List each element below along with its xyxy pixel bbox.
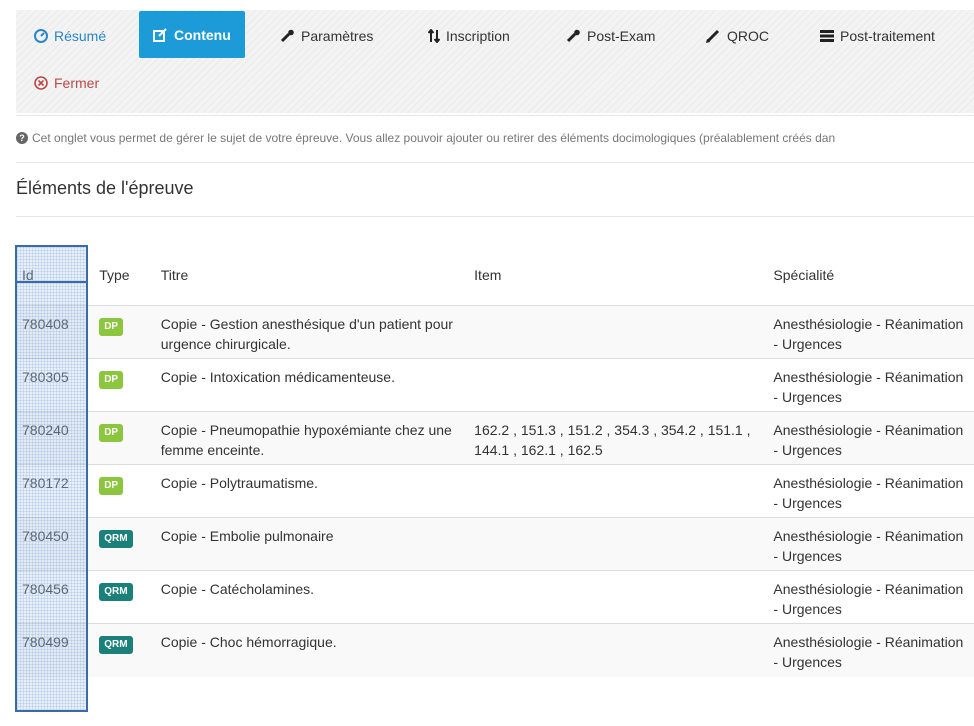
table-row[interactable]: 780456 QRM Copie - Catécholamines. Anesthés… bbox=[16, 570, 974, 624]
wrench-icon bbox=[566, 29, 581, 43]
cell-specialty: Anesthésiologie - Réanimation - Urgences bbox=[773, 422, 964, 458]
tab-label: Paramètres bbox=[301, 27, 374, 44]
tab-inscription[interactable]: Inscription bbox=[414, 12, 524, 59]
question-circle-icon: ? bbox=[16, 132, 28, 144]
cell-type: DP bbox=[95, 412, 149, 465]
type-badge: QRM bbox=[99, 636, 133, 654]
tab-resume[interactable]: Résumé bbox=[20, 12, 120, 59]
type-badge: DP bbox=[99, 424, 124, 442]
cell-id: 780240 bbox=[22, 422, 69, 438]
cell-type: DP bbox=[95, 465, 149, 518]
table-row[interactable]: 780240 DP Copie - Pneumopathie hypoxémiant… bbox=[16, 411, 974, 465]
cell-id: 780499 bbox=[22, 634, 69, 650]
cell-item bbox=[460, 306, 759, 359]
tab-post-exam[interactable]: Post-Exam bbox=[552, 12, 669, 59]
column-header-specialty[interactable]: Spécialité bbox=[759, 245, 974, 306]
tab-label: Contenu bbox=[174, 26, 231, 43]
tab-bar: Résumé Contenu Paramètres Inscription Po… bbox=[16, 10, 974, 113]
cell-item: 162.2 , 151.3 , 151.2 , 354.3 , 354.2 , … bbox=[474, 422, 751, 458]
cell-title[interactable]: Copie - Intoxication médicamenteuse. bbox=[149, 359, 460, 412]
cell-specialty: Anesthésiologie - Réanimation - Urgences bbox=[773, 634, 964, 670]
dashboard-icon bbox=[34, 28, 48, 43]
table-row[interactable]: 780450 QRM Copie - Embolie pulmonaire Anest… bbox=[16, 517, 974, 571]
tab-qroc[interactable]: QROC bbox=[692, 12, 783, 59]
cell-id: 780408 bbox=[22, 316, 69, 332]
cell-specialty: Anesthésiologie - Réanimation - Urgences bbox=[773, 528, 964, 564]
type-badge: DP bbox=[99, 477, 124, 495]
pencil-icon bbox=[706, 29, 721, 43]
cell-item bbox=[460, 624, 759, 677]
table-row[interactable]: 780408 DP Copie - Gestion anesthésique d'u… bbox=[16, 305, 974, 359]
cell-title[interactable]: Copie - Choc hémorragique. bbox=[149, 624, 460, 677]
edit-icon bbox=[153, 27, 168, 42]
column-header-item[interactable]: Item bbox=[460, 245, 759, 306]
table-row[interactable]: 780499 QRM Copie - Choc hémorragique. Anest… bbox=[16, 623, 974, 677]
divider bbox=[16, 162, 974, 163]
cell-item bbox=[460, 571, 759, 624]
tab-label: Post-Exam bbox=[587, 27, 656, 44]
cell-id: 780305 bbox=[22, 369, 69, 385]
cell-item bbox=[460, 518, 759, 571]
cell-specialty: Anesthésiologie - Réanimation - Urgences bbox=[773, 316, 964, 352]
tab-post-traitement[interactable]: Post-traitement bbox=[806, 12, 949, 59]
tab-label: Post-traitement bbox=[840, 27, 935, 44]
type-badge: QRM bbox=[99, 583, 133, 601]
table-row[interactable]: 780305 DP Copie - Intoxication médicamente… bbox=[16, 358, 974, 412]
cell-title[interactable]: Copie - Pneumopathie hypoxémiante chez u… bbox=[149, 412, 460, 465]
column-header-title[interactable]: Titre bbox=[149, 245, 460, 306]
cell-id: 780450 bbox=[22, 528, 69, 544]
column-header-type[interactable]: Type bbox=[95, 245, 149, 306]
cell-type: QRM bbox=[95, 571, 149, 624]
table-body: 780408 DP Copie - Gestion anesthésique d'u… bbox=[16, 305, 974, 677]
cell-title[interactable]: Copie - Polytraumatisme. bbox=[149, 465, 460, 518]
elements-table: Id Type Titre Item Spécialité 780408 DP Co… bbox=[16, 245, 974, 677]
table-header-row: Id Type Titre Item Spécialité bbox=[16, 245, 974, 306]
cell-specialty: Anesthésiologie - Réanimation - Urgences bbox=[773, 581, 964, 617]
tab-contenu[interactable]: Contenu bbox=[139, 11, 245, 58]
table-row[interactable]: 780172 DP Copie - Polytraumatisme. Anesthés… bbox=[16, 464, 974, 518]
tab-label: Fermer bbox=[54, 74, 100, 91]
wrench-icon bbox=[280, 29, 295, 43]
tab-label: Inscription bbox=[446, 27, 510, 44]
cell-id: 780172 bbox=[22, 475, 69, 491]
column-header-id[interactable]: Id bbox=[16, 245, 95, 306]
cell-title[interactable]: Copie - Gestion anesthésique d'un patien… bbox=[149, 306, 460, 359]
type-badge: QRM bbox=[99, 530, 133, 548]
server-icon bbox=[820, 29, 834, 43]
cell-type: QRM bbox=[95, 518, 149, 571]
sort-icon bbox=[428, 28, 440, 43]
close-circle-icon bbox=[34, 75, 48, 90]
help-text: ? Cet onglet vous permet de gérer le suj… bbox=[16, 131, 974, 145]
section-title: Éléments de l'épreuve bbox=[16, 178, 194, 198]
divider bbox=[16, 115, 974, 116]
cell-specialty: Anesthésiologie - Réanimation - Urgences bbox=[773, 475, 964, 511]
type-badge: DP bbox=[99, 371, 124, 389]
cell-id: 780456 bbox=[22, 581, 69, 597]
tab-fermer[interactable]: Fermer bbox=[20, 59, 113, 106]
tab-label: QROC bbox=[727, 27, 769, 44]
cell-specialty: Anesthésiologie - Réanimation - Urgences bbox=[773, 369, 964, 405]
cell-item bbox=[460, 465, 759, 518]
tab-label: Résumé bbox=[54, 27, 107, 44]
cell-title[interactable]: Copie - Catécholamines. bbox=[149, 571, 460, 624]
type-badge: DP bbox=[99, 318, 124, 336]
tab-parametres[interactable]: Paramètres bbox=[266, 12, 387, 59]
cell-type: QRM bbox=[95, 624, 149, 677]
divider bbox=[16, 216, 974, 217]
cell-type: DP bbox=[95, 306, 149, 359]
help-text-content: Cet onglet vous permet de gérer le sujet… bbox=[32, 131, 836, 145]
cell-item bbox=[460, 359, 759, 412]
cell-title[interactable]: Copie - Embolie pulmonaire bbox=[149, 518, 460, 571]
cell-type: DP bbox=[95, 359, 149, 412]
